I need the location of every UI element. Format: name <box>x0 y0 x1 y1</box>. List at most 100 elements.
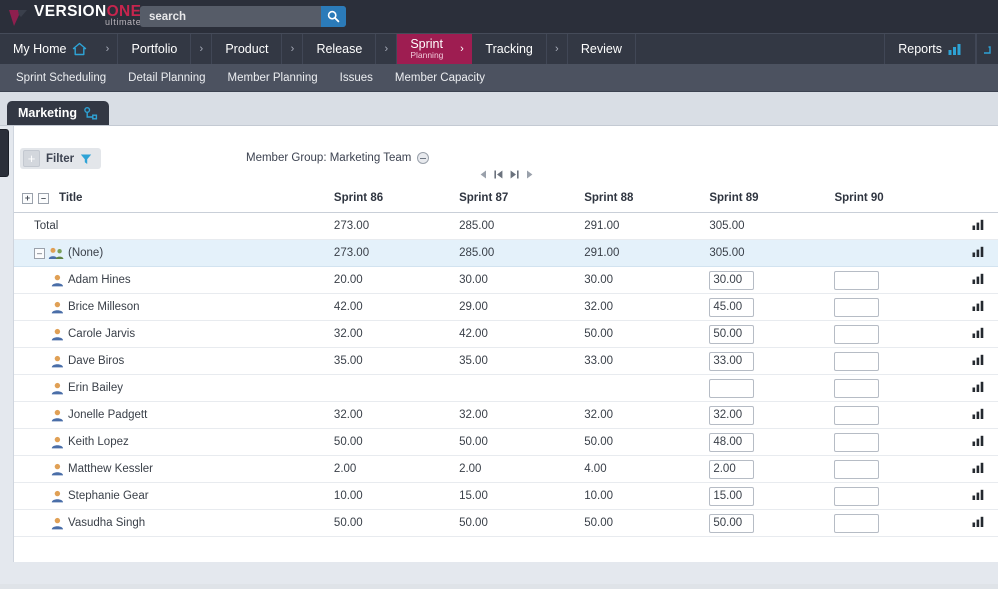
subnav-item-member-capacity[interactable]: Member Capacity <box>384 72 496 84</box>
sprint-90-input[interactable] <box>834 351 880 371</box>
column-header-title[interactable]: + – Title <box>14 188 334 213</box>
last-page-icon[interactable] <box>510 170 519 179</box>
bar-chart-icon[interactable] <box>972 516 985 527</box>
member-sprint-90-cell[interactable] <box>834 455 960 483</box>
sprint-89-input[interactable] <box>709 459 755 479</box>
member-sprint-90-cell[interactable] <box>834 374 960 402</box>
member-chart-cell[interactable] <box>959 320 998 348</box>
search-input[interactable] <box>140 10 321 23</box>
prev-page-icon[interactable] <box>480 170 487 179</box>
bar-chart-icon[interactable] <box>972 408 985 419</box>
nav-item-reports[interactable]: Reports <box>884 34 976 64</box>
sprint-90-input[interactable] <box>834 324 880 344</box>
nav-item-release[interactable]: Release <box>303 34 377 64</box>
first-page-icon[interactable] <box>493 170 503 179</box>
bar-chart-icon[interactable] <box>972 381 985 392</box>
sprint-90-input[interactable] <box>834 270 880 290</box>
member-name-label[interactable]: Brice Milleson <box>68 301 140 313</box>
bar-chart-icon[interactable] <box>972 435 985 446</box>
sprint-89-input[interactable] <box>709 270 755 290</box>
bar-chart-icon[interactable] <box>972 300 985 311</box>
member-sprint-89-cell[interactable] <box>709 482 835 510</box>
nav-item-portfolio[interactable]: Portfolio <box>118 34 192 64</box>
sprint-89-input[interactable] <box>709 405 755 425</box>
sidebar-collapse-handle[interactable] <box>0 129 9 177</box>
member-sprint-89-cell[interactable] <box>709 266 835 294</box>
subnav-item-member-planning[interactable]: Member Planning <box>217 72 329 84</box>
subnav-item-sprint-scheduling[interactable]: Sprint Scheduling <box>5 72 117 84</box>
nav-item-tracking[interactable]: Tracking <box>472 34 547 64</box>
filter-button[interactable]: + Filter <box>20 148 102 169</box>
member-sprint-89-cell[interactable] <box>709 374 835 402</box>
member-sprint-90-cell[interactable] <box>834 347 960 375</box>
member-sprint-90-cell[interactable] <box>834 401 960 429</box>
sprint-89-input[interactable] <box>709 513 755 533</box>
total-chart-cell[interactable] <box>959 212 998 240</box>
member-chart-cell[interactable] <box>959 482 998 510</box>
column-header-sprint-86[interactable]: Sprint 86 <box>333 188 460 213</box>
column-header-sprint-89[interactable]: Sprint 89 <box>709 188 835 213</box>
nav-item-my-home[interactable]: My Home <box>0 34 97 64</box>
member-name-label[interactable]: Carole Jarvis <box>68 328 135 340</box>
sprint-89-input[interactable] <box>709 486 755 506</box>
column-header-sprint-90[interactable]: Sprint 90 <box>834 188 960 213</box>
sprint-89-input[interactable] <box>709 297 755 317</box>
sprint-89-input[interactable] <box>709 324 755 344</box>
member-chart-cell[interactable] <box>959 509 998 537</box>
sprint-90-input[interactable] <box>834 486 880 506</box>
member-name-label[interactable]: Erin Bailey <box>68 382 123 394</box>
sprint-90-input[interactable] <box>834 297 880 317</box>
member-sprint-90-cell[interactable] <box>834 428 960 456</box>
subnav-item-issues[interactable]: Issues <box>329 72 384 84</box>
member-sprint-90-cell[interactable] <box>834 482 960 510</box>
member-chart-cell[interactable] <box>959 374 998 402</box>
member-sprint-89-cell[interactable] <box>709 509 835 537</box>
member-sprint-89-cell[interactable] <box>709 455 835 483</box>
sprint-90-input[interactable] <box>834 432 880 452</box>
member-name-label[interactable]: Adam Hines <box>68 274 131 286</box>
member-chart-cell[interactable] <box>959 428 998 456</box>
member-name-label[interactable]: Keith Lopez <box>68 436 129 448</box>
member-sprint-89-cell[interactable] <box>709 428 835 456</box>
member-chart-cell[interactable] <box>959 266 998 294</box>
remove-circle-icon[interactable] <box>417 152 430 164</box>
search-button[interactable] <box>321 6 346 27</box>
member-group-filter-chip[interactable]: Member Group: Marketing Team <box>246 152 430 164</box>
member-name-label[interactable]: Vasudha Singh <box>68 517 145 529</box>
sprint-90-input[interactable] <box>834 405 880 425</box>
member-sprint-89-cell[interactable] <box>709 293 835 321</box>
bar-chart-icon[interactable] <box>972 327 985 338</box>
member-sprint-89-cell[interactable] <box>709 320 835 348</box>
bar-chart-icon[interactable] <box>972 462 985 473</box>
member-name-label[interactable]: Stephanie Gear <box>68 490 149 502</box>
bar-chart-icon[interactable] <box>972 246 985 257</box>
member-chart-cell[interactable] <box>959 293 998 321</box>
bar-chart-icon[interactable] <box>972 354 985 365</box>
next-page-icon[interactable] <box>526 170 533 179</box>
bar-chart-icon[interactable] <box>972 219 985 230</box>
member-chart-cell[interactable] <box>959 347 998 375</box>
plus-icon[interactable]: + <box>23 150 40 167</box>
project-tab-marketing[interactable]: Marketing <box>7 101 110 125</box>
member-sprint-89-cell[interactable] <box>709 401 835 429</box>
nav-item-product[interactable]: Product <box>212 34 283 64</box>
expand-all-icon[interactable]: + <box>22 192 33 204</box>
member-sprint-90-cell[interactable] <box>834 320 960 348</box>
member-sprint-90-cell[interactable] <box>834 509 960 537</box>
member-sprint-90-cell[interactable] <box>834 266 960 294</box>
sprint-89-input[interactable] <box>709 351 755 371</box>
bar-chart-icon[interactable] <box>972 489 985 500</box>
collapse-icon[interactable]: – <box>34 247 45 259</box>
sprint-90-input[interactable] <box>834 459 880 479</box>
sprint-89-input[interactable] <box>709 432 755 452</box>
member-name-label[interactable]: Matthew Kessler <box>68 463 153 475</box>
subnav-item-detail-planning[interactable]: Detail Planning <box>117 72 216 84</box>
member-name-label[interactable]: Dave Biros <box>68 355 124 367</box>
versionone-logo[interactable]: VERSIONONE ultimate <box>0 4 141 28</box>
nav-item-review[interactable]: Review <box>568 34 636 64</box>
sprint-90-input[interactable] <box>834 513 880 533</box>
sprint-89-input[interactable] <box>709 378 755 398</box>
bar-chart-icon[interactable] <box>972 273 985 284</box>
sprint-90-input[interactable] <box>834 378 880 398</box>
search-bar[interactable] <box>140 6 346 27</box>
